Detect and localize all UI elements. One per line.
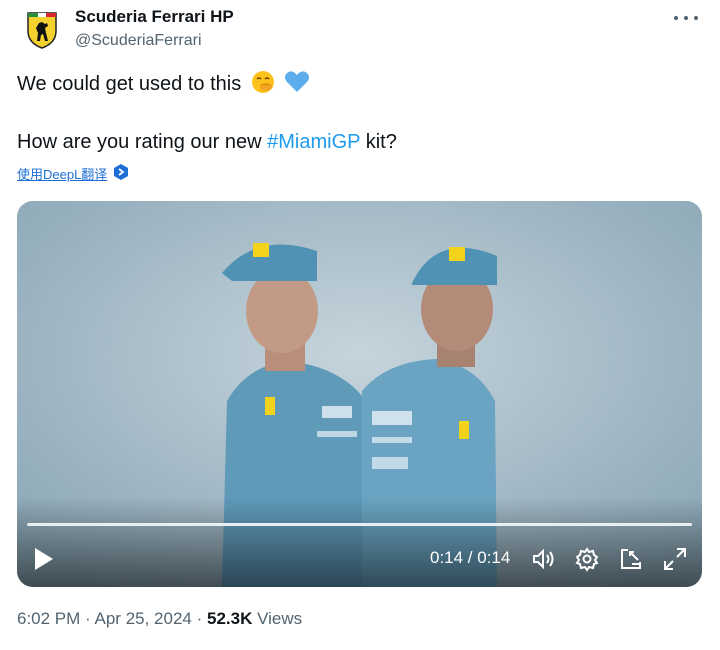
picture-in-picture-icon[interactable] (618, 546, 644, 572)
play-icon[interactable] (33, 547, 55, 571)
tweet-time[interactable]: 6:02 PM (17, 609, 80, 628)
tweet-text: How are you rating our new (17, 131, 268, 153)
views-label: Views (257, 609, 303, 628)
user-handle[interactable]: @ScuderiaFerrari (75, 31, 234, 51)
tweet-meta: 6:02 PM · Apr 25, 2024 · 52.3K Views (17, 609, 302, 629)
settings-gear-icon[interactable] (574, 546, 600, 572)
blue-heart-emoji (284, 70, 310, 101)
fullscreen-icon[interactable] (662, 546, 688, 572)
views-count[interactable]: 52.3K (207, 609, 252, 628)
tweet-text: We could get used to this (17, 73, 242, 95)
tweet-text-line-1: We could get used to this (17, 70, 310, 101)
tweet-date[interactable]: Apr 25, 2024 (95, 609, 192, 628)
translate-link[interactable]: 使用DeepL翻译 (17, 163, 129, 184)
face-with-hand-over-mouth-emoji (251, 70, 275, 101)
video-player[interactable]: 0:14 / 0:14 (17, 201, 702, 587)
separator: · (85, 609, 91, 628)
translate-label[interactable]: 使用DeepL翻译 (17, 164, 107, 183)
display-name[interactable]: Scuderia Ferrari HP (75, 7, 234, 27)
ferrari-shield-logo (27, 12, 57, 49)
progress-bar[interactable] (27, 523, 692, 526)
tweet-text: kit? (360, 131, 397, 153)
tweet-text-line-2: How are you rating our new #MiamiGP kit? (17, 129, 397, 155)
hashtag-link[interactable]: #MiamiGP (267, 131, 360, 153)
time-display: 0:14 / 0:14 (430, 548, 511, 567)
separator: · (196, 609, 203, 628)
more-options-icon[interactable] (674, 8, 698, 28)
volume-icon[interactable] (530, 546, 556, 572)
controls-overlay (17, 497, 702, 587)
avatar[interactable] (18, 6, 66, 54)
deepl-icon (113, 163, 129, 184)
